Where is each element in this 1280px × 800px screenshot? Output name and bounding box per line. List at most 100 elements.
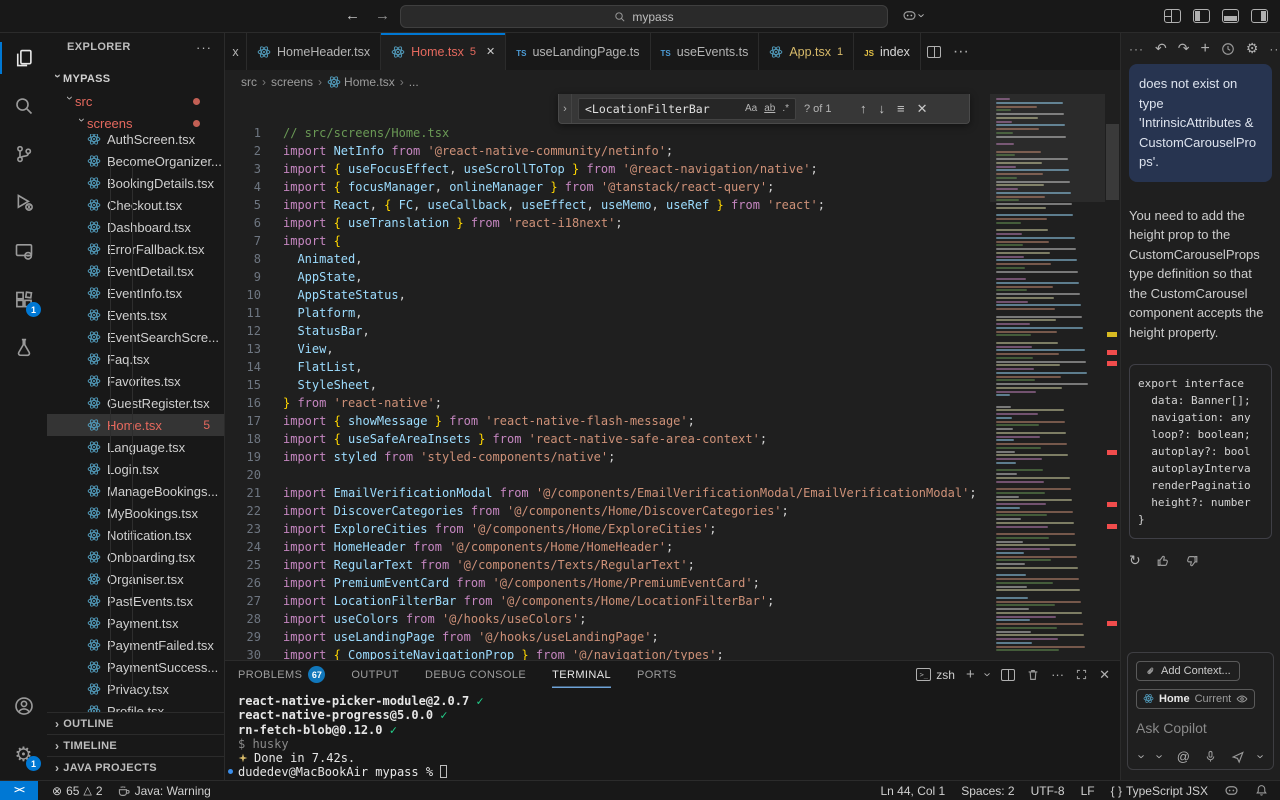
- tree-file-Dashboard-tsx[interactable]: Dashboard.tsx: [47, 216, 224, 238]
- breadcrumb-item[interactable]: src: [241, 75, 257, 89]
- activity-search-icon[interactable]: [0, 86, 47, 126]
- problems-status[interactable]: ⊗ 65 △ 2: [52, 784, 103, 798]
- mention-icon[interactable]: @: [1177, 749, 1190, 764]
- tree-file-Notification-tsx[interactable]: Notification.tsx: [47, 524, 224, 546]
- command-center-search[interactable]: mypass: [400, 5, 888, 28]
- code-line-24[interactable]: 24import HomeHeader from '@/components/H…: [225, 538, 990, 556]
- chat-history-icon[interactable]: [1221, 42, 1235, 56]
- terminal-more-icon[interactable]: ···: [1051, 667, 1064, 682]
- chat-input-box[interactable]: Add Context... Home Current Ask Copilot …: [1127, 652, 1274, 770]
- terminal-prompt[interactable]: dudedev@MacBookAir mypass %: [238, 765, 484, 779]
- tree-file-PaymentFailed-tsx[interactable]: PaymentFailed.tsx: [47, 634, 224, 656]
- code-line-18[interactable]: 18import { useSafeAreaInsets } from 'rea…: [225, 430, 990, 448]
- terminal-shell-label[interactable]: >_zsh: [916, 668, 955, 682]
- send-dropdown-icon[interactable]: ›: [1254, 754, 1269, 758]
- panel-tab-terminal[interactable]: TERMINAL: [552, 661, 611, 688]
- context-chip-home[interactable]: Home Current: [1136, 689, 1255, 709]
- toggle-panel-icon[interactable]: [1222, 9, 1239, 23]
- whole-word-icon[interactable]: ab: [764, 103, 775, 114]
- code-line-11[interactable]: 11 Platform,: [225, 304, 990, 322]
- regex-icon[interactable]: .*: [782, 103, 789, 114]
- nav-forward-icon[interactable]: →: [375, 7, 390, 24]
- maximize-panel-icon[interactable]: [1075, 668, 1088, 681]
- breadcrumb-item[interactable]: ...: [409, 75, 419, 89]
- tree-file-Language-tsx[interactable]: Language.tsx: [47, 436, 224, 458]
- chat-settings-icon[interactable]: ⚙: [1246, 40, 1259, 57]
- tree-file-EventSearchScre---[interactable]: EventSearchScre...: [47, 326, 224, 348]
- panel-tab-debug-console[interactable]: DEBUG CONSOLE: [425, 661, 526, 688]
- code-line-10[interactable]: 10 AppStateStatus,: [225, 286, 990, 304]
- code-editor[interactable]: 1// src/screens/Home.tsx2import NetInfo …: [225, 94, 1120, 660]
- chat-input-placeholder[interactable]: Ask Copilot: [1136, 720, 1265, 736]
- panel-tab-ports[interactable]: PORTS: [637, 661, 677, 688]
- code-line-8[interactable]: 8 Animated,: [225, 250, 990, 268]
- tree-file-BookingDetails-tsx[interactable]: BookingDetails.tsx: [47, 172, 224, 194]
- tree-file-EventInfo-tsx[interactable]: EventInfo.tsx: [47, 282, 224, 304]
- tree-file-Privacy-tsx[interactable]: Privacy.tsx: [47, 678, 224, 700]
- find-in-selection-icon[interactable]: ≡: [897, 101, 905, 116]
- tree-file-GuestRegister-tsx[interactable]: GuestRegister.tsx: [47, 392, 224, 414]
- editor-more-icon[interactable]: ···: [953, 43, 969, 61]
- code-line-25[interactable]: 25import RegularText from '@/components/…: [225, 556, 990, 574]
- panel-tab-output[interactable]: OUTPUT: [351, 661, 399, 688]
- java-status[interactable]: Java: Warning: [117, 784, 211, 798]
- code-line-3[interactable]: 3import { useFocusEffect, useScrollToTop…: [225, 160, 990, 178]
- tree-file-ManageBookings---[interactable]: ManageBookings...: [47, 480, 224, 502]
- tab-partial[interactable]: x: [225, 33, 247, 70]
- customize-layout-icon[interactable]: [1164, 9, 1181, 23]
- match-case-icon[interactable]: Aa: [745, 103, 757, 114]
- notifications-bell-icon[interactable]: [1255, 784, 1268, 797]
- code-line-5[interactable]: 5import React, { FC, useCallback, useEff…: [225, 196, 990, 214]
- code-line-4[interactable]: 4import { focusManager, onlineManager } …: [225, 178, 990, 196]
- redo-icon[interactable]: ↷: [1178, 40, 1190, 57]
- activity-source-control-icon[interactable]: [0, 134, 47, 174]
- tree-file-Checkout-tsx[interactable]: Checkout.tsx: [47, 194, 224, 216]
- tree-file-PastEvents-tsx[interactable]: PastEvents.tsx: [47, 590, 224, 612]
- section-outline[interactable]: ›OUTLINE: [47, 712, 224, 734]
- undo-icon[interactable]: ↶: [1155, 40, 1167, 57]
- code-line-30[interactable]: 30import { CompositeNavigationProp } fro…: [225, 646, 990, 660]
- tree-file-Onboarding-tsx[interactable]: Onboarding.tsx: [47, 546, 224, 568]
- code-line-27[interactable]: 27import LocationFilterBar from '@/compo…: [225, 592, 990, 610]
- code-line-28[interactable]: 28import useColors from '@/hooks/useColo…: [225, 610, 990, 628]
- find-input[interactable]: <LocationFilterBar Aa ab .*: [578, 98, 796, 120]
- new-terminal-icon[interactable]: +: [966, 666, 975, 683]
- code-line-17[interactable]: 17import { showMessage } from 'react-nat…: [225, 412, 990, 430]
- tab-App-tsx[interactable]: App.tsx1: [759, 33, 854, 70]
- tree-file-Events-tsx[interactable]: Events.tsx: [47, 304, 224, 326]
- find-expand-icon[interactable]: ›: [559, 94, 572, 123]
- add-context-button[interactable]: Add Context...: [1136, 661, 1240, 681]
- panel-tab-problems[interactable]: PROBLEMS67: [238, 661, 325, 688]
- tab-useEvents-ts[interactable]: TSuseEvents.ts: [651, 33, 760, 70]
- code-area[interactable]: 1// src/screens/Home.tsx2import NetInfo …: [225, 94, 990, 660]
- chat-more-icon[interactable]: ···: [1129, 42, 1144, 56]
- tree-file-Organiser-tsx[interactable]: Organiser.tsx: [47, 568, 224, 590]
- tree-file-Faq-tsx[interactable]: Faq.tsx: [47, 348, 224, 370]
- close-tab-icon[interactable]: ✕: [486, 45, 495, 58]
- terminal-dropdown-icon[interactable]: ›: [980, 672, 995, 676]
- send-icon[interactable]: [1231, 750, 1245, 764]
- tree-file-Payment-tsx[interactable]: Payment.tsx: [47, 612, 224, 634]
- tree-file-Home-tsx[interactable]: Home.tsx5: [47, 414, 224, 436]
- tree-file-MyBookings-tsx[interactable]: MyBookings.tsx: [47, 502, 224, 524]
- new-chat-icon[interactable]: +: [1200, 40, 1209, 58]
- tab-useLandingPage-ts[interactable]: TSuseLandingPage.ts: [506, 33, 650, 70]
- code-line-16[interactable]: 16} from 'react-native';: [225, 394, 990, 412]
- code-line-12[interactable]: 12 StatusBar,: [225, 322, 990, 340]
- regenerate-icon[interactable]: ↻: [1129, 552, 1141, 569]
- minimap[interactable]: [990, 94, 1105, 660]
- activity-run-debug-icon[interactable]: [0, 182, 47, 222]
- code-line-6[interactable]: 6import { useTranslation } from 'react-i…: [225, 214, 990, 232]
- split-editor-icon[interactable]: [927, 46, 941, 58]
- activity-explorer-icon[interactable]: [0, 38, 47, 78]
- breadcrumb-item[interactable]: screens: [271, 75, 313, 89]
- microphone-icon[interactable]: [1204, 750, 1217, 763]
- tree-file-Favorites-tsx[interactable]: Favorites.tsx: [47, 370, 224, 392]
- tree-file-ErrorFallback-tsx[interactable]: ErrorFallback.tsx: [47, 238, 224, 260]
- activity-remote-explorer-icon[interactable]: [0, 231, 47, 271]
- explorer-more-icon[interactable]: ···: [196, 40, 212, 55]
- terminal-output[interactable]: react-native-picker-module@2.0.7 ✓react-…: [238, 694, 484, 780]
- activity-extensions-icon[interactable]: 1: [0, 280, 47, 320]
- activity-settings-icon[interactable]: ⚙1: [0, 734, 47, 774]
- code-line-22[interactable]: 22import DiscoverCategories from '@/comp…: [225, 502, 990, 520]
